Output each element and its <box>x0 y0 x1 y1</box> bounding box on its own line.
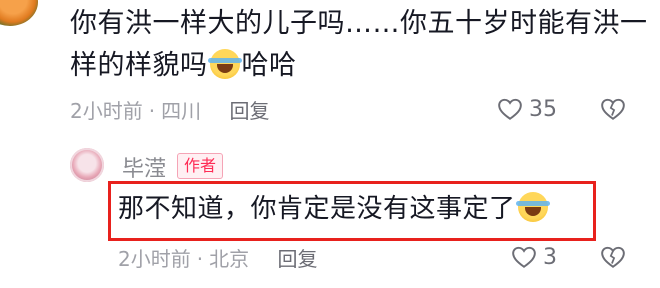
reply-like-count: 3 <box>543 245 557 270</box>
reply-time: 2小时前 <box>118 247 191 271</box>
reply-location: 北京 <box>209 247 250 271</box>
like-count: 35 <box>529 97 557 122</box>
broken-heart-icon <box>601 246 625 268</box>
laughing-crying-emoji-icon <box>515 192 550 222</box>
broken-heart-icon <box>601 98 625 120</box>
reply-meta: 2小时前 · 北京 回复 <box>118 247 318 271</box>
comment-text-suffix: 哈哈 <box>241 50 297 81</box>
reply-reply-button[interactable]: 回复 <box>277 247 317 271</box>
reply-button[interactable]: 回复 <box>229 99 269 123</box>
heart-icon <box>512 246 536 268</box>
reply-avatar[interactable] <box>70 148 104 182</box>
like-button[interactable] <box>497 97 523 125</box>
comment-text-line2: 样的样貌吗 <box>70 50 208 81</box>
comment-time: 2小时前 <box>70 99 143 123</box>
comment-meta: 2小时前 · 四川 回复 <box>70 99 270 123</box>
avatar[interactable] <box>0 0 38 26</box>
reply-text: 那不知道，你肯定是没有这事定了 <box>118 188 550 230</box>
dislike-button[interactable] <box>600 97 626 125</box>
reply-text-content: 那不知道，你肯定是没有这事定了 <box>118 194 516 224</box>
reply-dislike-button[interactable] <box>600 245 626 273</box>
reply-username[interactable]: 毕滢 <box>122 151 166 183</box>
reply-like-button[interactable] <box>511 245 537 273</box>
comment-text-line1: 你有洪一样大的儿子吗……你五十岁时能有洪一 <box>70 8 648 39</box>
comment-location: 四川 <box>161 99 202 123</box>
laughing-crying-emoji-icon <box>207 49 242 79</box>
heart-icon <box>498 98 522 120</box>
comment-text: 你有洪一样大的儿子吗……你五十岁时能有洪一 样的样貌吗 哈哈 <box>70 3 650 87</box>
author-badge: 作者 <box>177 153 224 179</box>
